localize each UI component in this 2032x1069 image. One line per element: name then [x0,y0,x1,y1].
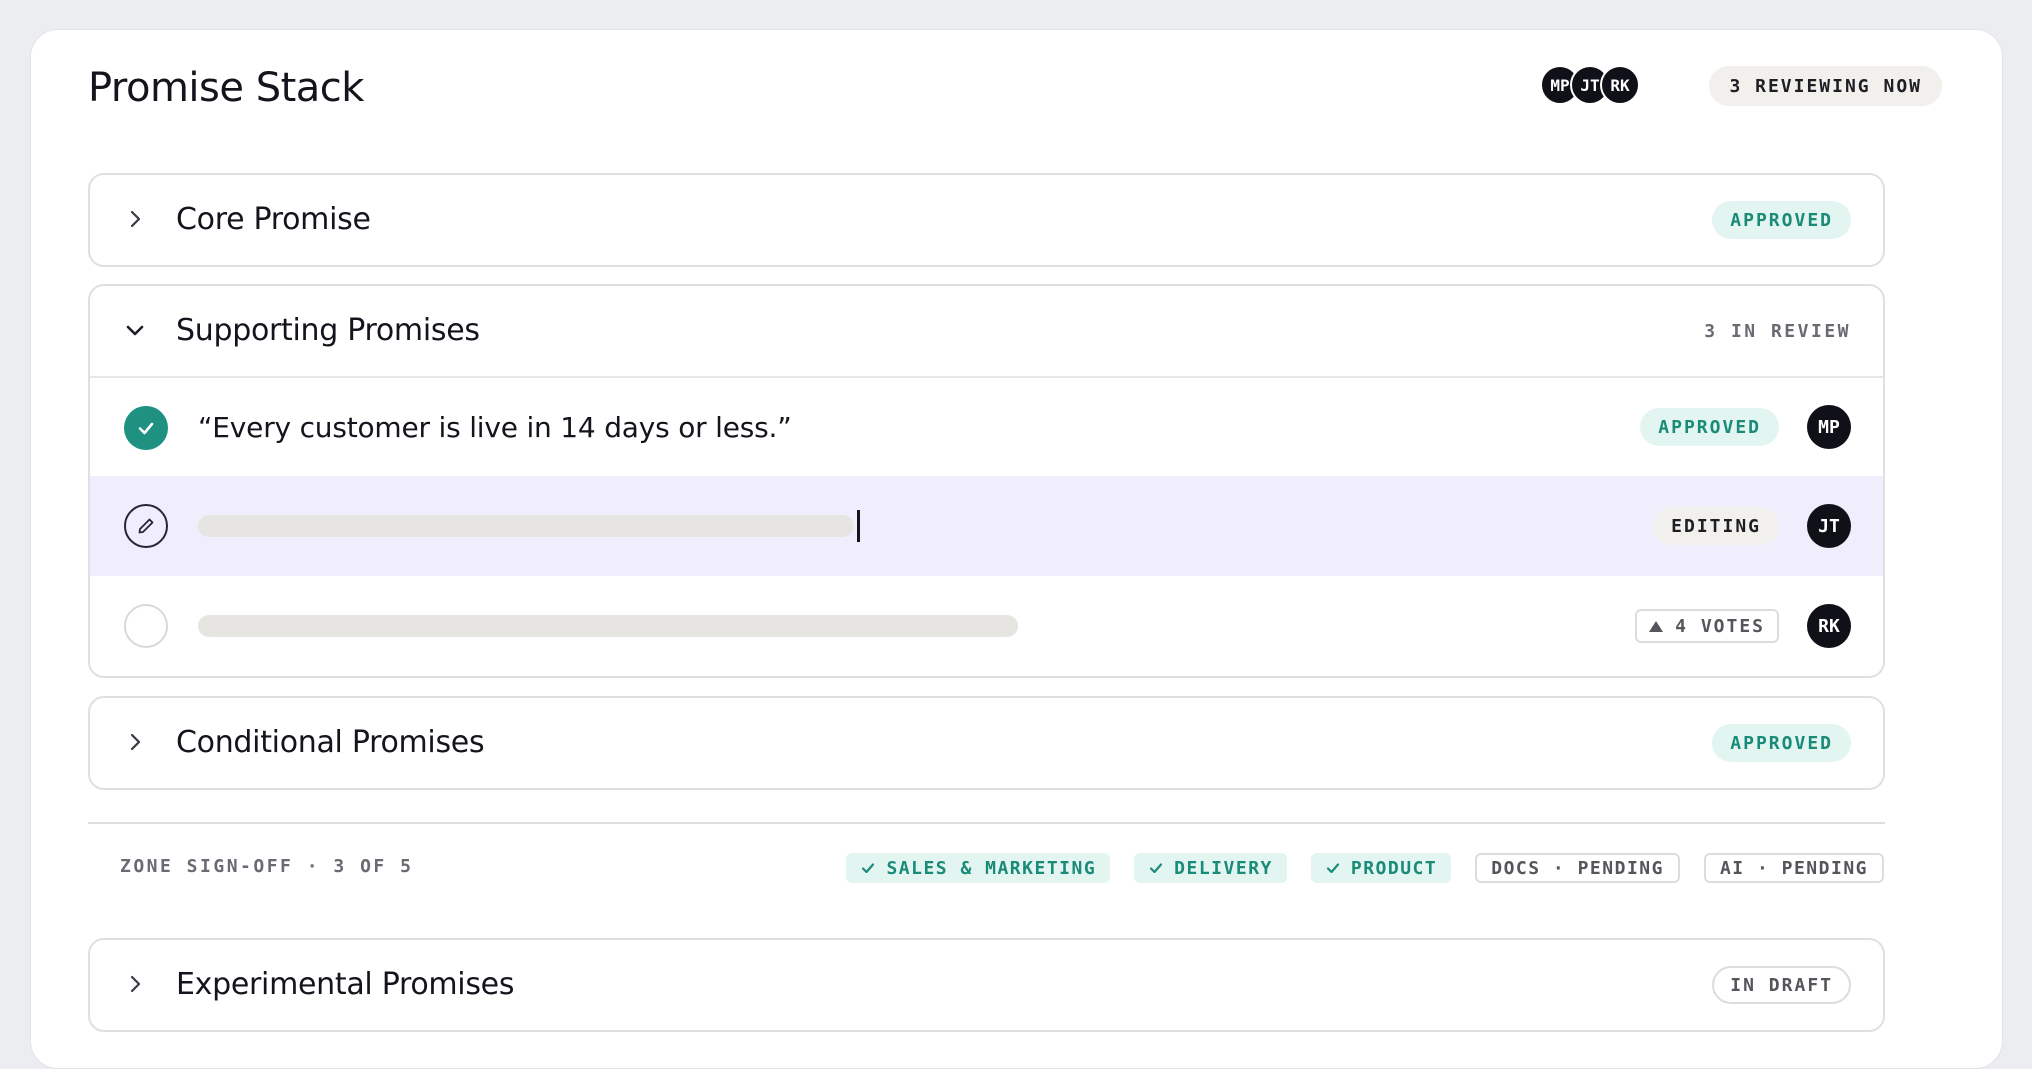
promise-row-editing[interactable]: EDITING JT [90,476,1883,576]
section-title: Conditional Promises [176,725,485,760]
check-icon [1326,863,1339,874]
section-experimental-promises: Experimental Promises IN DRAFT [88,938,1885,1032]
zone-chip[interactable]: PRODUCT [1310,853,1452,883]
promise-row[interactable]: 4 VOTES RK [90,576,1883,676]
zone-chip[interactable]: SALES & MARKETING [846,853,1111,883]
approved-check[interactable] [124,406,168,450]
promise-text[interactable]: “Every customer is live in 14 days or le… [198,411,792,444]
section-conditional-promises: Conditional Promises APPROVED [88,696,1885,790]
zone-label: DELIVERY [1174,857,1273,879]
divider [88,822,1885,824]
status-badge: APPROVED [1712,724,1851,762]
check-icon [1150,863,1163,874]
section-supporting-promises: Supporting Promises 3 IN REVIEW “Every c… [88,284,1885,678]
avatar[interactable]: RK [1807,604,1851,648]
chevron-right-icon[interactable] [124,973,146,995]
zone-label: DOCS · PENDING [1491,857,1664,879]
section-header[interactable]: Core Promise APPROVED [90,175,1883,265]
status-badge: EDITING [1653,507,1779,545]
zone-label: AI · PENDING [1719,857,1868,879]
avatar[interactable]: MP [1807,405,1851,449]
promise-text-input[interactable] [198,515,854,537]
triangle-up-icon [1649,620,1664,632]
section-header[interactable]: Supporting Promises 3 IN REVIEW [90,286,1883,376]
chevron-right-icon[interactable] [124,731,146,753]
status-badge: APPROVED [1640,408,1779,446]
status-circle[interactable] [124,604,168,648]
text-cursor [857,510,860,542]
section-header[interactable]: Experimental Promises IN DRAFT [90,940,1883,1030]
section-header[interactable]: Conditional Promises APPROVED [90,698,1883,788]
chevron-down-icon[interactable] [124,319,146,341]
section-title: Core Promise [176,202,371,237]
review-count: 3 IN REVIEW [1704,320,1851,342]
zone-chip[interactable]: DOCS · PENDING [1475,853,1680,883]
pencil-icon [138,518,154,534]
edit-status[interactable] [124,504,168,548]
section-title: Supporting Promises [176,313,480,348]
zone-chip[interactable]: AI · PENDING [1703,853,1884,883]
check-icon [138,422,154,435]
status-badge: IN DRAFT [1712,966,1851,1004]
page-title: Promise Stack [88,65,364,111]
zone-label: SALES & MARKETING [886,857,1097,879]
zone-chip[interactable]: DELIVERY [1134,853,1287,883]
vote-count: 4 VOTES [1675,615,1765,637]
zone-label: PRODUCT [1350,857,1438,879]
reviewer-avatars: MP JT RK [1540,65,1640,105]
check-icon [862,863,875,874]
status-badge: APPROVED [1712,201,1851,239]
section-title: Experimental Promises [176,967,515,1002]
zone-signoff-list: SALES & MARKETING DELIVERY PRODUCT DOCS … [822,853,1884,883]
promise-row[interactable]: “Every customer is live in 14 days or le… [90,376,1883,476]
promise-text-placeholder[interactable] [198,615,1018,637]
avatar[interactable]: JT [1807,504,1851,548]
reviewing-now-badge: 3 REVIEWING NOW [1709,66,1942,106]
chevron-right-icon[interactable] [124,208,146,230]
avatar[interactable]: RK [1600,65,1640,105]
section-core-promise: Core Promise APPROVED [88,173,1885,267]
vote-button[interactable]: 4 VOTES [1635,609,1779,643]
zone-signoff-label: ZONE SIGN-OFF · 3 OF 5 [120,856,414,877]
